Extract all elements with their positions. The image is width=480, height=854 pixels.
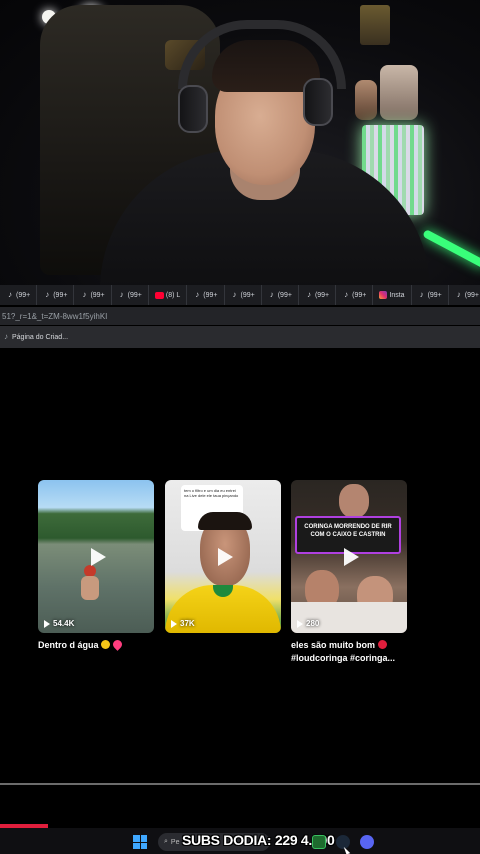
bookmark-icon: ♪ — [4, 332, 8, 341]
url-text: 51?_r=1&_t=ZM-8ww1f5yihKI — [2, 311, 108, 321]
bookmark-criador[interactable]: Página do Criad... — [12, 334, 68, 341]
browser-tab[interactable]: ♪ (99+ — [262, 285, 299, 305]
tiktok-icon: ♪ — [195, 290, 200, 299]
video-caption[interactable]: Dentro d água — [38, 638, 124, 652]
tab-label: (99+ — [314, 291, 330, 299]
play-count-icon — [297, 619, 303, 628]
tab-label: (99+ — [127, 291, 142, 299]
tiktok-icon: ♪ — [344, 290, 349, 299]
view-count: 54.4K — [44, 619, 74, 628]
tab-label: (99+ — [16, 291, 31, 299]
browser-tab[interactable]: ♪ (99+ — [37, 285, 75, 305]
bookmarks-bar: ♪ Página do Criad... — [0, 326, 480, 348]
browser-tab[interactable]: ♪ (99+ — [225, 285, 262, 305]
video-caption[interactable]: eles são muito bom #loudcoringa #coringa… — [291, 639, 395, 665]
tiktok-icon: ♪ — [419, 290, 424, 299]
webcam-feed — [0, 0, 480, 285]
browser-tab[interactable]: ♪ (99+ — [187, 285, 225, 305]
tiktok-icon: ♪ — [456, 290, 461, 299]
tiktok-icon: ♪ — [232, 290, 237, 299]
tiktok-icon: ♪ — [269, 290, 274, 299]
xbox-app-icon[interactable] — [312, 835, 326, 849]
browser-tab[interactable]: ♪ (99+ — [449, 285, 480, 305]
tab-label: (99+ — [427, 291, 442, 299]
tiktok-icon: ♪ — [8, 290, 12, 299]
browser-tab[interactable]: ♪ (99+ — [336, 285, 374, 305]
tiktok-icon: ♪ — [306, 290, 311, 299]
figure-collectible — [380, 65, 418, 120]
play-count-icon — [171, 619, 177, 628]
play-icon[interactable] — [218, 547, 233, 566]
browser-tab[interactable]: ♪ (99+ — [0, 285, 38, 305]
swimmer-body — [81, 576, 99, 600]
video-card[interactable]: tem o filtro e um dia eu entrei na Live … — [165, 480, 281, 633]
headset-left-cup — [178, 85, 208, 133]
section-divider — [0, 783, 480, 785]
tab-label: (99+ — [53, 291, 68, 299]
tiktok-icon: ♪ — [45, 290, 50, 299]
video-card[interactable]: 54.4K — [38, 480, 154, 633]
hashtags[interactable]: #loudcoringa #coringa... — [291, 652, 395, 665]
video-card[interactable]: CORINGA MORRENDO DE RIR COM O CAIXO E CA… — [291, 480, 407, 633]
tab-label: (8) L — [165, 291, 181, 299]
view-count: 37K — [171, 619, 195, 628]
tab-label: (99+ — [464, 291, 479, 299]
play-icon[interactable] — [344, 547, 359, 566]
address-bar[interactable]: 51?_r=1&_t=ZM-8ww1f5yihKI — [0, 307, 480, 325]
tab-label: (99+ — [240, 291, 255, 299]
tab-label: (99+ — [90, 291, 105, 299]
headset-right-cup — [303, 78, 333, 126]
browser-tab[interactable]: ♪ (99+ — [299, 285, 337, 305]
play-icon[interactable] — [91, 547, 106, 566]
neon-strip — [422, 229, 480, 269]
tab-label: Insta — [389, 291, 405, 299]
view-count: 280 — [297, 619, 319, 628]
browser-tab[interactable]: (8) L — [149, 285, 188, 305]
laughing-emoji-icon — [377, 640, 387, 649]
tab-label: (99+ — [277, 291, 292, 299]
discord-icon[interactable] — [360, 835, 374, 849]
play-count-icon — [44, 619, 50, 628]
youtube-icon — [154, 291, 164, 299]
browser-tab-strip: ♪ (99+ ♪ (99+ ♪ (99+ ♪ (99+ (8) L ♪ (99+ ♪ (99+ ♪ (99+… — [0, 285, 480, 305]
tiktok-icon: ♪ — [119, 290, 124, 299]
windows-start-icon[interactable] — [133, 835, 147, 849]
wall-frame — [360, 5, 390, 45]
laughing-emoji-icon — [101, 640, 111, 649]
browser-tab[interactable]: ♪ (99+ — [412, 285, 449, 305]
search-icon: ⌕ — [164, 838, 168, 845]
heart-emoji-icon — [110, 638, 124, 651]
tab-label: (99+ — [203, 291, 218, 299]
browser-tab[interactable]: ♪ (99+ — [112, 285, 149, 305]
browser-tab[interactable]: ♪ (99+ — [74, 285, 112, 305]
browser-tab[interactable]: Insta — [373, 285, 412, 305]
instagram-icon — [379, 291, 388, 299]
tab-label: (99+ — [352, 291, 367, 299]
tiktok-icon: ♪ — [82, 290, 87, 299]
